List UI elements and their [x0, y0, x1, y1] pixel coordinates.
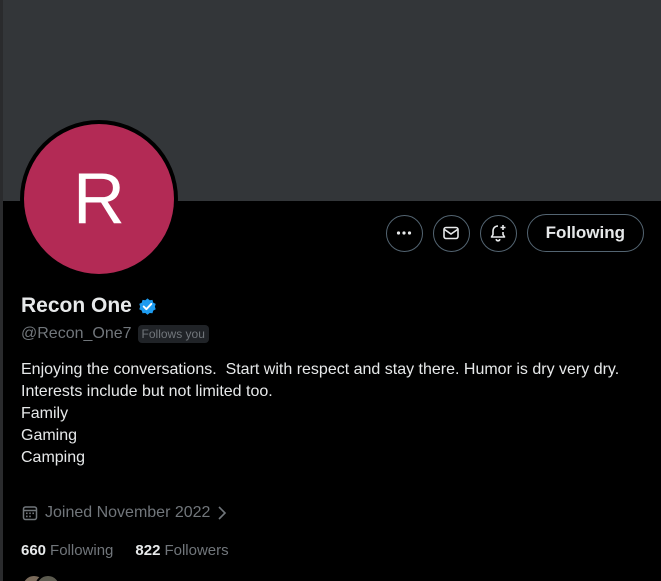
- more-button[interactable]: [385, 214, 423, 252]
- notifications-button[interactable]: [479, 214, 517, 252]
- bio-line: Enjoying the conversations. Start with r…: [21, 361, 620, 378]
- avatar[interactable]: R: [24, 124, 174, 274]
- followers-stat[interactable]: 822 Followers: [135, 542, 228, 559]
- bell-plus-icon: [490, 225, 506, 242]
- avatar-letter: R: [73, 159, 125, 239]
- bio-line: Gaming: [21, 427, 78, 444]
- avatar-frame[interactable]: R: [20, 120, 178, 278]
- bio-line: Family: [21, 405, 69, 422]
- profile-page: R Following Recon One @Recon_One7 Follow…: [0, 0, 661, 581]
- joined-date-row[interactable]: Joined November 2022: [21, 504, 228, 522]
- envelope-icon: [443, 226, 459, 240]
- joined-date: Joined November 2022: [45, 504, 211, 521]
- following-count: 660: [21, 542, 47, 559]
- calendar-icon: [22, 506, 38, 521]
- follows-you-badge: Follows you: [137, 325, 209, 343]
- verified-badge-icon[interactable]: [137, 296, 158, 317]
- handle-row: @Recon_One7 Follows you: [21, 325, 209, 343]
- name-row: Recon One: [21, 294, 158, 318]
- following-label: Following: [50, 542, 114, 559]
- display-name: Recon One: [21, 294, 132, 317]
- profile-actions: Following: [385, 214, 644, 252]
- profile-bio: Enjoying the conversations. Start with r…: [21, 359, 641, 469]
- followers-count: 822: [135, 542, 161, 559]
- followers-label: Followers: [164, 542, 229, 559]
- bio-line: Interests include but not limited too.: [21, 383, 273, 400]
- message-button[interactable]: [432, 214, 470, 252]
- follow-stats: 660 Following 822 Followers: [21, 542, 229, 559]
- following-stat[interactable]: 660 Following: [21, 542, 113, 559]
- more-icon: [397, 231, 412, 235]
- user-handle: @Recon_One7: [21, 325, 132, 342]
- bio-line: Camping: [21, 449, 86, 466]
- following-button[interactable]: Following: [526, 214, 644, 252]
- chevron-right-icon: [218, 506, 227, 520]
